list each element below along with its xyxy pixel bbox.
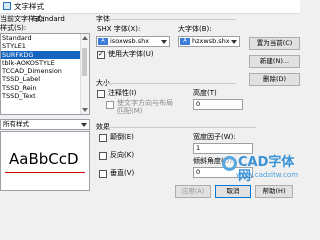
list-item[interactable]: STYLE1: [1, 42, 89, 50]
vertical-checkbox[interactable]: [99, 170, 107, 178]
match-orientation-label-2: 匹配(M): [117, 107, 143, 115]
app-icon: [3, 2, 11, 10]
width-factor-label: 宽度因子(W):: [193, 133, 236, 141]
annotative-checkbox[interactable]: [97, 90, 105, 98]
styles-label: 样式(S):: [0, 24, 27, 32]
help-button[interactable]: 帮助(H): [255, 185, 293, 198]
styles-list[interactable]: Standard STYLE1 SURFKDG tblk-AOKOSTYLE T…: [0, 33, 90, 115]
upside-down-label: 颠倒(E): [110, 133, 134, 141]
list-item[interactable]: TSSD_Rein: [1, 84, 89, 92]
scroll-up-icon[interactable]: [82, 36, 88, 40]
list-item[interactable]: tblk-AOKOSTYLE: [1, 59, 89, 67]
current-style-value: Standard: [33, 15, 65, 23]
preview-sample: AaBbCcD: [9, 150, 79, 168]
new-style-button[interactable]: 新建(N)...: [249, 55, 300, 68]
height-input[interactable]: 0: [193, 99, 243, 110]
use-big-font-checkbox[interactable]: [97, 50, 105, 59]
style-filter-value: 所有样式: [3, 120, 29, 128]
apply-button[interactable]: 应用(A): [175, 185, 211, 198]
preview-baseline: [5, 172, 85, 173]
effects-group-divider: [106, 127, 256, 128]
watermark-url: www.cadzitw.com: [236, 171, 298, 179]
chevron-down-icon: [231, 40, 237, 44]
shx-font-value: isoxwsb.shx: [110, 37, 150, 45]
style-filter-select[interactable]: 所有样式: [0, 119, 90, 130]
list-scrollbar[interactable]: [80, 34, 89, 114]
vertical-label: 垂直(V): [110, 169, 135, 177]
delete-style-button[interactable]: 删除(D): [249, 73, 300, 86]
annotative-label: 注释性(I): [108, 89, 137, 97]
upside-down-checkbox[interactable]: [99, 134, 107, 142]
shx-font-select[interactable]: Aisoxwsb.shx: [96, 36, 170, 47]
backwards-checkbox[interactable]: [99, 152, 107, 160]
big-font-select[interactable]: Ahzxwsb.shx: [178, 36, 240, 47]
shx-font-label: SHX 字体(X):: [97, 25, 141, 33]
size-group-divider: [106, 83, 236, 84]
match-orientation-checkbox[interactable]: [106, 101, 114, 109]
list-item[interactable]: Standard: [1, 34, 89, 42]
watermark-brand: CAD字体网: [238, 155, 295, 184]
title-bar: 文字样式: [0, 0, 300, 14]
big-font-value: hzxwsb.shx: [192, 37, 230, 45]
chevron-down-icon: [161, 40, 167, 44]
scroll-down-icon[interactable]: [82, 108, 88, 112]
list-item[interactable]: TCCAD_Dimension: [1, 67, 89, 75]
big-font-icon: A: [180, 38, 190, 45]
scroll-thumb[interactable]: [82, 48, 87, 76]
set-current-button[interactable]: 置为当前(C): [249, 37, 300, 50]
use-big-font-label: 使用大字体(U): [108, 50, 154, 58]
shx-font-icon: A: [98, 38, 108, 45]
window-title: 文字样式: [14, 2, 44, 11]
height-label: 高度(T): [193, 89, 217, 97]
preview-pane: AaBbCcD: [0, 131, 90, 191]
list-item[interactable]: TSSD_Label: [1, 75, 89, 83]
width-factor-input[interactable]: 1: [193, 143, 253, 154]
big-font-label: 大字体(B):: [178, 25, 212, 33]
cancel-button[interactable]: 取消: [215, 185, 251, 198]
backwards-label: 反向(K): [110, 151, 135, 159]
list-item[interactable]: TSSD_Text: [1, 92, 89, 100]
font-group-divider: [106, 19, 236, 20]
chevron-down-icon: [81, 123, 87, 127]
watermark-logo-icon: [222, 156, 237, 171]
list-item-selected[interactable]: SURFKDG: [1, 50, 89, 59]
